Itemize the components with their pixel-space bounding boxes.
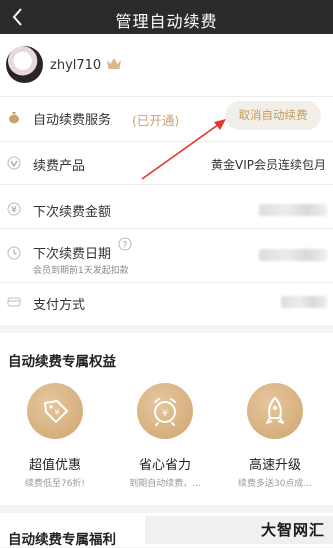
alarm-clock-icon: ¥ xyxy=(154,398,176,426)
rocket-icon xyxy=(266,397,284,424)
benefit-discount: ¥ 超值优惠 续费低至76折! xyxy=(0,383,110,493)
benefit-name: 高速升级 xyxy=(248,458,301,473)
benefit-upgrade: 高速升级 续费多送30点成... xyxy=(220,383,330,493)
benefit-desc: 续费低至76折! xyxy=(24,479,86,489)
subscription-card: zhyl710 自动续费服务 (已开通) 取消自动续费 续费产品 黄金VIP会员… xyxy=(0,34,333,325)
discount-tag-icon: ¥ xyxy=(44,400,68,423)
svg-text:¥: ¥ xyxy=(54,408,59,417)
benefit-name: 超值优惠 xyxy=(28,458,81,473)
benefit-desc: 续费多送30点成... xyxy=(237,479,313,489)
benefit-convenience: ¥ 省心省力 到期自动续费，... xyxy=(110,383,220,493)
annotation-arrow xyxy=(141,119,226,180)
top-bar: 管理自动续费 xyxy=(0,0,333,34)
welfare-title: 自动续费专属福利 xyxy=(8,532,116,548)
svg-text:¥: ¥ xyxy=(162,409,168,419)
benefits-section: 自动续费专属权益 ¥ 超值优惠 续费低至76折! ¥ 省心省力 到期自动续费，.… xyxy=(0,333,333,505)
watermark: 大智网汇 xyxy=(260,521,325,539)
page-title: 管理自动续费 xyxy=(115,12,218,31)
benefits-title: 自动续费专属权益 xyxy=(8,354,116,370)
benefit-desc: 到期自动续费，... xyxy=(129,479,201,489)
benefit-name: 省心省力 xyxy=(138,458,191,473)
